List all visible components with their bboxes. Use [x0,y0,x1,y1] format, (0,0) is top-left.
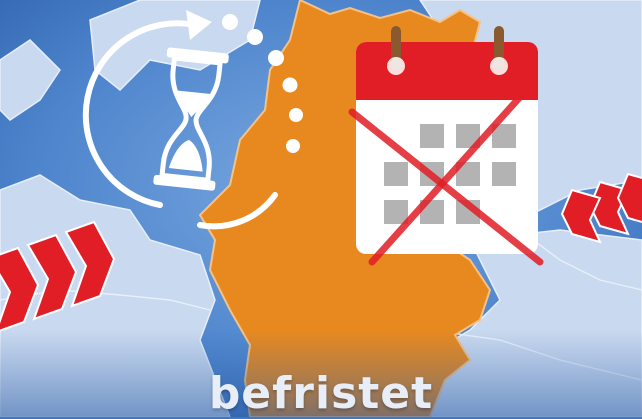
map-scene [0,0,642,417]
caption-text: befristet [208,368,434,419]
crossed-out-calendar-icon [348,26,544,266]
